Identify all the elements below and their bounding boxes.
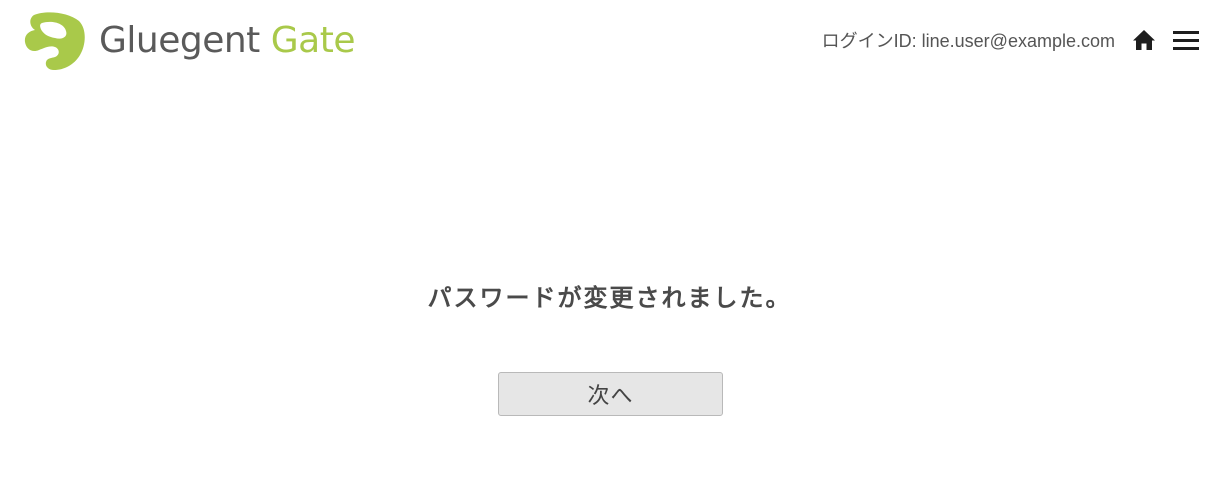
header: Gluegent Gate ログインID: line.user@example.… bbox=[0, 0, 1225, 82]
logo: Gluegent Gate bbox=[24, 11, 355, 71]
page: Gluegent Gate ログインID: line.user@example.… bbox=[0, 0, 1225, 491]
next-button[interactable]: 次へ bbox=[498, 372, 723, 416]
menu-line bbox=[1173, 30, 1199, 34]
logo-text: Gluegent Gate bbox=[99, 11, 355, 71]
logo-word-gate: Gate bbox=[270, 20, 356, 61]
menu-button[interactable] bbox=[1173, 27, 1201, 53]
menu-line bbox=[1173, 38, 1199, 42]
logo-word-gluegent: Gluegent bbox=[99, 20, 260, 61]
login-id-label: ログインID: line.user@example.com bbox=[821, 31, 1115, 51]
header-right: ログインID: line.user@example.com bbox=[822, 24, 1201, 56]
home-button[interactable] bbox=[1131, 27, 1157, 53]
menu-line bbox=[1173, 46, 1199, 50]
password-changed-message: パスワードが変更されました。 bbox=[427, 285, 792, 312]
home-icon bbox=[1133, 30, 1155, 50]
logo-mark-icon bbox=[24, 12, 85, 71]
